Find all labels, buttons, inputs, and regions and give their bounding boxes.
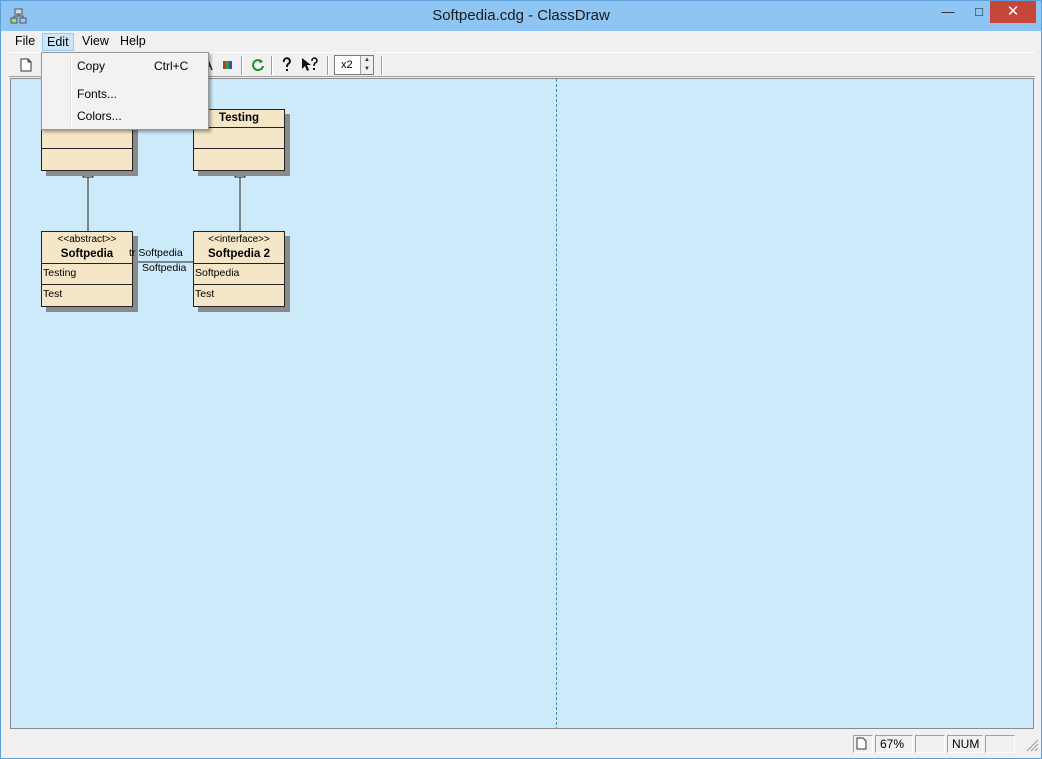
class-name: Softpedia 2	[208, 248, 270, 260]
class-stereotype: <<abstract>>	[57, 234, 117, 245]
status-empty-panel	[915, 735, 945, 753]
menu-item-label: Copy	[77, 59, 106, 73]
menu-item-fonts[interactable]: Fonts...	[44, 83, 206, 105]
new-document-icon[interactable]	[15, 55, 37, 76]
toolbar-separator	[381, 56, 383, 75]
association-label: Softpedia	[142, 262, 187, 274]
menu-help[interactable]: Help	[116, 33, 150, 51]
toolbar-separator	[241, 56, 243, 75]
minimize-button[interactable]: —	[933, 1, 963, 23]
class-methods: Test	[43, 288, 63, 300]
class-attributes: Testing	[42, 264, 132, 285]
menu-bar: File Edit View Help	[1, 31, 1041, 51]
spin-down-icon[interactable]: ▼	[361, 65, 373, 74]
association-label: tr Softpedia	[129, 247, 183, 259]
zoom-spinner[interactable]: x2 ▲ ▼	[334, 55, 374, 75]
colors-icon[interactable]	[217, 55, 239, 76]
menu-edit[interactable]: Edit	[42, 33, 74, 51]
status-bar: 67% NUM	[1, 732, 1041, 758]
help-icon[interactable]	[276, 55, 298, 76]
resize-grip-icon[interactable]	[1025, 738, 1039, 752]
class-header: <<abstract>> Softpedia	[42, 232, 132, 264]
context-help-icon[interactable]	[299, 55, 321, 76]
class-attributes: Softpedia	[194, 264, 284, 285]
title-bar[interactable]: Softpedia.cdg - ClassDraw — □ ✕	[1, 1, 1041, 31]
page-icon	[853, 735, 873, 753]
class-name: Softpedia	[60, 248, 114, 260]
class-attributes	[194, 128, 284, 149]
status-empty-panel	[985, 735, 1015, 753]
window-title: Softpedia.cdg - ClassDraw	[432, 7, 610, 24]
edit-menu-dropdown: Copy Ctrl+C Fonts... Colors...	[41, 52, 209, 130]
class-methods	[194, 149, 284, 170]
menu-item-label: Fonts...	[77, 87, 118, 101]
class-stereotype: <<interface>>	[208, 234, 270, 245]
menu-item-label: Colors...	[77, 109, 122, 123]
class-header: <<interface>> Softpedia 2	[194, 232, 284, 264]
class-box-softpedia[interactable]: <<abstract>> Softpedia Testing Test	[41, 231, 133, 307]
class-methods	[42, 149, 132, 170]
refresh-icon[interactable]	[247, 55, 269, 76]
menu-item-colors[interactable]: Colors...	[44, 105, 206, 127]
toolbar-separator	[327, 56, 329, 75]
menu-file[interactable]: File	[11, 33, 39, 51]
status-num-lock: NUM	[947, 735, 983, 753]
zoom-value: x2	[341, 59, 353, 71]
zoom-spin-buttons[interactable]: ▲ ▼	[360, 56, 373, 74]
app-window: Softpedia.cdg - ClassDraw — □ ✕ File Edi…	[0, 0, 1042, 759]
diagram-canvas[interactable]: Testing <<abstract>> Softpedia Testing T…	[10, 78, 1034, 729]
class-box-softpedia-2[interactable]: <<interface>> Softpedia 2 Softpedia Test	[193, 231, 285, 307]
toolbar-separator	[271, 56, 273, 75]
spin-up-icon[interactable]: ▲	[361, 56, 373, 65]
close-button[interactable]: ✕	[990, 1, 1036, 23]
menu-item-shortcut: Ctrl+C	[154, 59, 189, 73]
menu-item-copy[interactable]: Copy Ctrl+C	[44, 55, 206, 77]
class-attributes	[42, 128, 132, 149]
class-methods: Test	[195, 288, 215, 300]
menu-view[interactable]: View	[78, 33, 113, 51]
status-zoom: 67%	[875, 735, 913, 753]
